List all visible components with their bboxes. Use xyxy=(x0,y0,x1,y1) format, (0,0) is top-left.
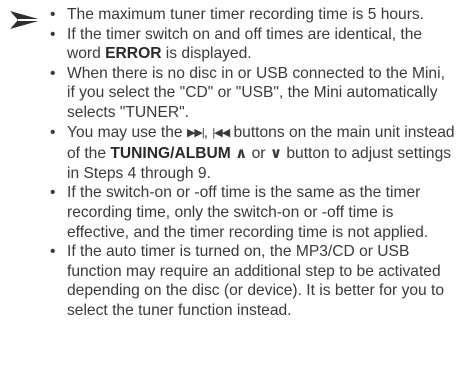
note-item: • If the auto timer is turned on, the MP… xyxy=(44,242,456,320)
bullet-dot: • xyxy=(50,123,56,141)
caret-up-icon: ∧ xyxy=(235,145,248,163)
note-text: You may use the xyxy=(67,123,187,141)
tuning-album-label: TUNING/ALBUM xyxy=(110,145,231,163)
note-text: If the auto timer is turned on, the MP3/… xyxy=(67,243,445,319)
note-item: • The maximum tuner timer recording time… xyxy=(44,5,456,25)
bullet-dot: • xyxy=(50,184,56,202)
bullet-dot: • xyxy=(50,64,56,82)
caret-down-icon: ∨ xyxy=(269,145,283,163)
note-item: • If the timer switch on and off times a… xyxy=(44,25,456,64)
note-text: or xyxy=(247,145,270,163)
note-text: is displayed. xyxy=(161,45,252,63)
note-item: • You may use the ▶▶|, |◀◀ buttons on th… xyxy=(44,123,456,184)
note-text: When there is no disc in or USB connecte… xyxy=(67,64,445,121)
notes-list: • The maximum tuner timer recording time… xyxy=(44,5,456,321)
bullet-dot: • xyxy=(50,6,56,23)
skip-next-icon: ▶▶| xyxy=(186,126,205,139)
bullet-dot: • xyxy=(50,25,56,43)
error-word: ERROR xyxy=(105,45,162,63)
note-text: If the switch-on or -off time is the sam… xyxy=(67,184,429,241)
note-text: The maximum tuner timer recording time i… xyxy=(67,6,425,23)
bullet-dot: • xyxy=(50,243,56,261)
skip-previous-icon: |◀◀ xyxy=(212,126,230,139)
note-item: • When there is no disc in or USB connec… xyxy=(44,64,456,123)
note-item: • If the switch-on or -off time is the s… xyxy=(44,183,456,242)
right-pointer-arrow-icon xyxy=(10,11,42,29)
